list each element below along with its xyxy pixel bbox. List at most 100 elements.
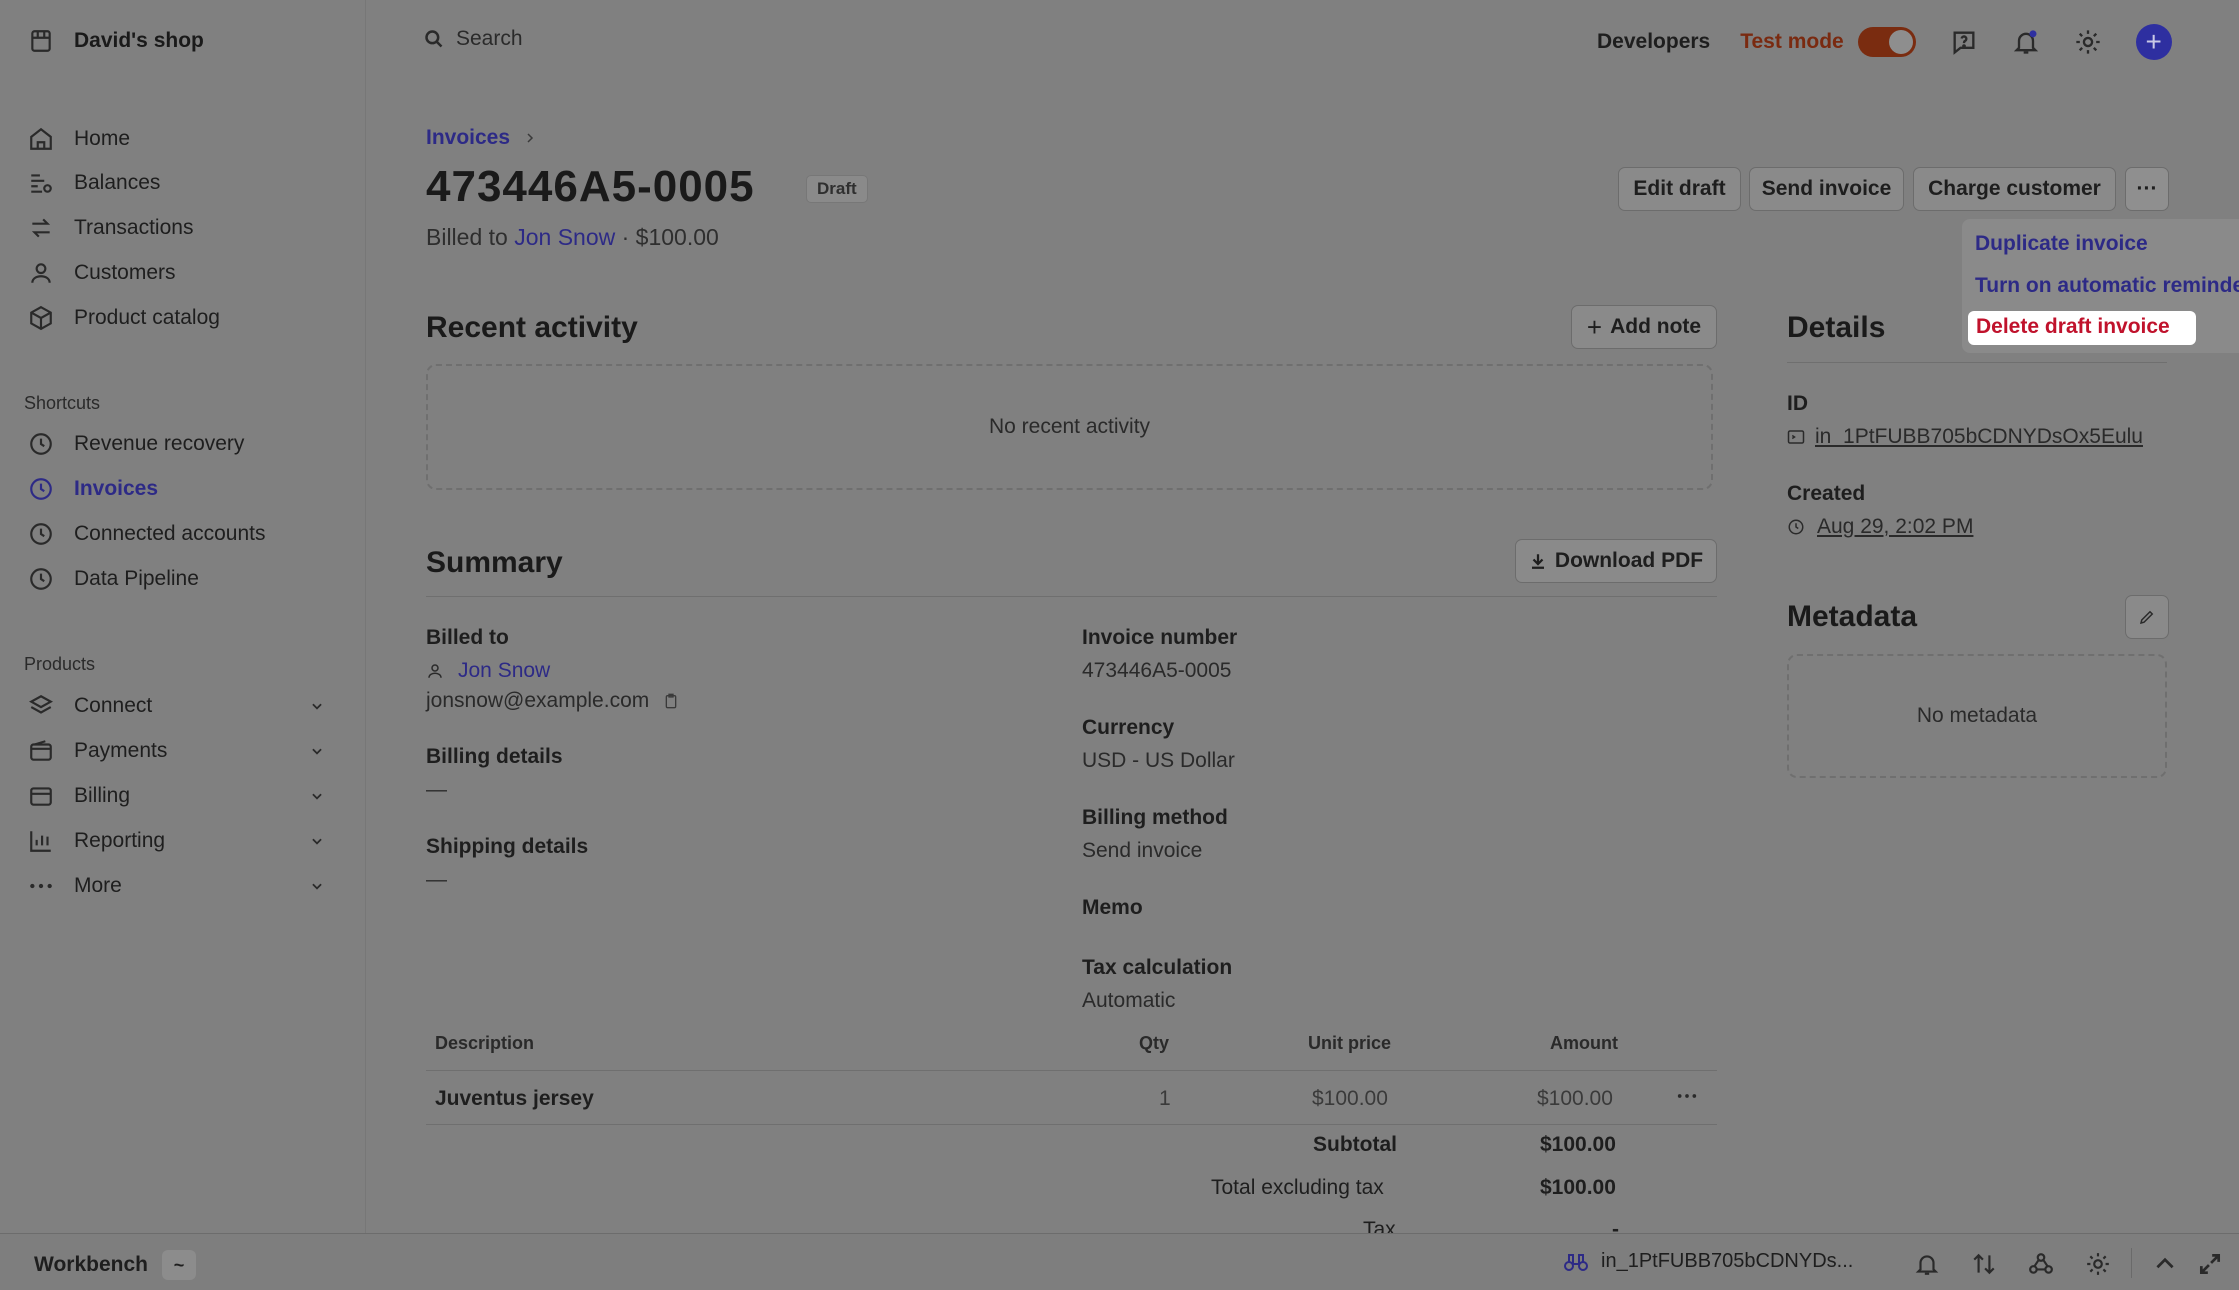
clock-icon (30, 433, 52, 455)
workbench-bar: Workbench ~ in_1PtFUBB705bCDNYDs... (0, 1233, 2239, 1290)
sidebar-item-data-pipeline[interactable]: Data Pipeline (28, 564, 199, 594)
page-title: 473446A5-0005 (426, 162, 755, 211)
row-more-icon[interactable] (1676, 1090, 1698, 1102)
sidebar-item-label: Product catalog (74, 306, 220, 329)
expand-icon[interactable] (2197, 1251, 2223, 1277)
developers-link[interactable]: Developers (1597, 30, 1710, 54)
billed-to-line: Billed to Jon Snow · $100.00 (426, 224, 719, 251)
sidebar-item-label: Payments (74, 739, 168, 762)
chevron-right-icon (527, 133, 534, 143)
created-date[interactable]: Aug 29, 2:02 PM (1817, 515, 1973, 539)
more-icon (30, 883, 52, 889)
binoculars-icon (1564, 1253, 1588, 1271)
copy-icon[interactable] (663, 692, 679, 710)
store-icon (31, 30, 51, 52)
breadcrumb[interactable]: Invoices (426, 126, 536, 150)
test-mode-toggle[interactable] (1857, 27, 1916, 57)
billing-details-label: Billing details (426, 745, 563, 768)
invoice-number-value: 473446A5-0005 (1082, 659, 1232, 682)
chevron-down-icon[interactable] (310, 699, 324, 713)
help-icon[interactable] (1950, 28, 1978, 56)
sidebar-item-invoices[interactable]: Invoices (28, 474, 158, 504)
sidebar: David's shop Home Balances Transactions … (0, 0, 366, 1233)
workbench-toggle[interactable]: Workbench ~ (34, 1250, 196, 1280)
notifications-icon[interactable] (2012, 28, 2040, 56)
create-plus-button[interactable]: + (2135, 24, 2172, 60)
invoice-number-label: Invoice number (1082, 626, 1238, 649)
sidebar-item-customers[interactable]: Customers (28, 258, 176, 288)
person-icon (428, 664, 442, 678)
currency-value: USD - US Dollar (1082, 749, 1235, 772)
divider (1787, 362, 2167, 363)
status-badge: Draft (806, 175, 868, 203)
billing-details-value: — (426, 778, 447, 801)
id-row[interactable]: in_1PtFUBB705bCDNYDsOx5Eulu (1787, 425, 2143, 449)
settings-gear-icon[interactable] (2074, 28, 2102, 56)
send-invoice-button[interactable]: Send invoice (1749, 167, 1904, 211)
col-qty: Qty (1139, 1033, 1170, 1053)
clock-icon (1788, 519, 1804, 535)
search-input[interactable]: Search (424, 27, 523, 51)
customer-email: jonsnow@example.com (426, 689, 650, 712)
subtotal-value: $100.00 (1540, 1133, 1616, 1156)
test-mode-label: Test mode (1740, 30, 1844, 53)
sidebar-item-label: Transactions (74, 216, 194, 239)
billing-method-label: Billing method (1082, 806, 1228, 829)
chevron-down-icon[interactable] (310, 879, 324, 893)
line-item-qty: 1 (1159, 1087, 1171, 1110)
sidebar-item-product-catalog[interactable]: Product catalog (28, 303, 220, 333)
shop-switcher[interactable]: David's shop (28, 28, 204, 54)
products-heading: Products (24, 654, 96, 674)
menu-item-delete-label: Delete draft invoice (1976, 315, 2170, 338)
billed-to-customer[interactable]: Jon Snow (426, 659, 550, 683)
menu-item-duplicate[interactable]: Duplicate invoice (1975, 232, 2148, 256)
clock-icon (30, 478, 52, 500)
details-heading: Details (1787, 311, 1886, 344)
sidebar-item-payments[interactable]: Payments (28, 736, 167, 766)
sidebar-item-revenue-recovery[interactable]: Revenue recovery (28, 429, 244, 459)
customers-icon (31, 263, 51, 283)
divider (426, 596, 1717, 597)
chevron-down-icon[interactable] (310, 789, 324, 803)
menu-item-reminders[interactable]: Turn on automatic reminders (1975, 274, 2239, 298)
customer-email-row: jonsnow@example.com (426, 689, 679, 713)
edit-metadata-button[interactable] (2125, 595, 2169, 639)
workbench-wave-icon[interactable]: ~ (161, 1250, 196, 1280)
col-amount: Amount (1550, 1033, 1618, 1053)
sidebar-item-transactions[interactable]: Transactions (28, 213, 193, 243)
settings-gear-icon[interactable] (2085, 1251, 2111, 1277)
customer-link[interactable]: Jon Snow (514, 224, 615, 250)
download-pdf-button[interactable]: Download PDF (1515, 539, 1717, 583)
more-actions-menu: Duplicate invoice Turn on automatic remi… (1962, 219, 2239, 353)
workbench-resource[interactable]: in_1PtFUBB705bCDNYDs... (1563, 1250, 1853, 1273)
sidebar-item-balances[interactable]: Balances (28, 168, 160, 198)
sidebar-item-reporting[interactable]: Reporting (28, 826, 165, 856)
chevron-down-icon[interactable] (310, 744, 324, 758)
chevron-down-icon[interactable] (310, 834, 324, 848)
search-placeholder: Search (456, 27, 523, 50)
more-actions-button[interactable]: ··· (2125, 167, 2169, 211)
sidebar-item-billing[interactable]: Billing (28, 781, 130, 811)
sidebar-item-connected-accounts[interactable]: Connected accounts (28, 519, 265, 549)
chevron-up-icon[interactable] (2152, 1251, 2178, 1277)
invoice-id[interactable]: in_1PtFUBB705bCDNYDsOx5Eulu (1815, 425, 2143, 449)
sidebar-item-label: Connected accounts (74, 522, 266, 545)
bell-icon[interactable] (1914, 1251, 1940, 1277)
total-ex-tax-value: $100.00 (1540, 1176, 1616, 1199)
webhooks-icon[interactable] (2028, 1251, 2054, 1277)
menu-item-delete[interactable]: Delete draft invoice (1968, 311, 2196, 345)
sidebar-item-connect[interactable]: Connect (28, 691, 152, 721)
sort-arrows-icon[interactable] (1971, 1251, 1997, 1277)
metadata-empty-text: No metadata (1916, 704, 2038, 727)
plus-icon: + (1586, 311, 1603, 342)
breadcrumb-invoices[interactable]: Invoices (426, 126, 510, 150)
edit-draft-button[interactable]: Edit draft (1618, 167, 1741, 211)
charge-customer-button[interactable]: Charge customer (1913, 167, 2116, 211)
sidebar-item-more[interactable]: More (28, 871, 122, 901)
sidebar-item-home[interactable]: Home (28, 124, 130, 154)
home-icon (30, 127, 52, 150)
download-icon (1531, 554, 1544, 569)
billed-prefix: Billed to (426, 224, 508, 250)
add-note-button[interactable]: + Add note (1571, 305, 1717, 349)
customer-link[interactable]: Jon Snow (458, 659, 550, 683)
